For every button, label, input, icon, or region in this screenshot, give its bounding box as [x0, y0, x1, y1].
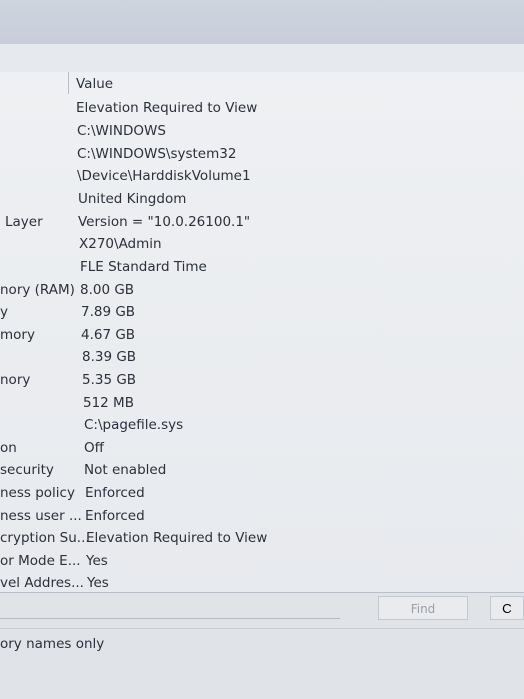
item-cell: ness user ...	[0, 508, 82, 524]
item-cell: nory	[0, 372, 31, 388]
value-cell: FLE Standard Time	[80, 259, 207, 275]
system-summary-list[interactable]: Value Elevation Required to View C:\WIND…	[0, 72, 524, 592]
list-row[interactable]: y 7.89 GB	[0, 304, 524, 326]
item-cell: ness policy	[0, 485, 75, 501]
value-cell: 4.67 GB	[81, 327, 136, 343]
find-what-input[interactable]	[0, 596, 340, 619]
window-title-bar	[0, 0, 524, 44]
list-row[interactable]: 8.39 GB	[0, 349, 524, 371]
find-button[interactable]: Find	[378, 596, 468, 620]
value-cell: 512 MB	[83, 395, 134, 411]
menu-strip	[0, 44, 524, 73]
value-cell: Yes	[86, 553, 108, 569]
list-row[interactable]: or Mode E... Yes	[0, 553, 524, 575]
item-cell: y	[0, 304, 8, 320]
value-cell: Off	[84, 440, 104, 456]
find-divider	[0, 592, 524, 593]
list-row[interactable]: C:\WINDOWS	[0, 123, 524, 145]
value-cell: Version = "10.0.26100.1"	[78, 214, 251, 230]
value-cell: X270\Admin	[79, 236, 162, 252]
value-cell: Elevation Required to View	[86, 530, 268, 546]
list-row[interactable]: on Off	[0, 440, 524, 462]
value-cell: 8.00 GB	[80, 282, 135, 298]
list-row[interactable]: United Kingdom	[0, 191, 524, 213]
item-cell: on	[0, 440, 17, 456]
value-cell: Yes	[87, 575, 109, 591]
list-row[interactable]: cryption Su... Elevation Required to Vie…	[0, 530, 524, 552]
item-cell: vel Addres...	[0, 575, 84, 591]
item-cell: security	[0, 462, 54, 478]
item-cell: mory	[0, 327, 35, 343]
value-cell: United Kingdom	[78, 191, 187, 207]
list-row[interactable]: nory (RAM) 8.00 GB	[0, 282, 524, 304]
item-cell: nory (RAM)	[0, 282, 75, 298]
list-row[interactable]: C:\pagefile.sys	[0, 417, 524, 439]
list-row[interactable]: X270\Admin	[0, 236, 524, 258]
item-cell: cryption Su...	[0, 530, 90, 546]
list-row[interactable]: security Not enabled	[0, 462, 524, 484]
item-cell: or Mode E...	[0, 553, 81, 569]
value-cell: Enforced	[85, 485, 145, 501]
list-row[interactable]: 512 MB	[0, 395, 524, 417]
close-find-button[interactable]: C	[490, 596, 524, 620]
column-divider[interactable]	[68, 72, 69, 94]
list-row[interactable]: nory 5.35 GB	[0, 372, 524, 394]
value-cell: Enforced	[85, 508, 145, 524]
value-cell: \Device\HarddiskVolume1	[77, 168, 251, 184]
value-cell: 5.35 GB	[82, 372, 137, 388]
list-row[interactable]: ness policy Enforced	[0, 485, 524, 507]
value-cell: C:\WINDOWS	[77, 123, 166, 139]
value-column-header[interactable]: Value	[76, 76, 113, 92]
list-row[interactable]: mory 4.67 GB	[0, 327, 524, 349]
item-cell: Layer	[5, 214, 43, 230]
find-separator	[0, 628, 524, 629]
value-cell: Elevation Required to View	[76, 100, 258, 116]
value-cell: C:\WINDOWS\system32	[77, 146, 237, 162]
list-row[interactable]: Elevation Required to View	[0, 100, 524, 122]
value-cell: Not enabled	[84, 462, 167, 478]
value-cell: 7.89 GB	[81, 304, 136, 320]
list-row[interactable]: ness user ... Enforced	[0, 508, 524, 530]
value-cell: C:\pagefile.sys	[84, 417, 184, 433]
list-row[interactable]: FLE Standard Time	[0, 259, 524, 281]
list-row[interactable]: C:\WINDOWS\system32	[0, 146, 524, 168]
find-panel: Find C ory names only	[0, 592, 524, 699]
list-row[interactable]: \Device\HarddiskVolume1	[0, 168, 524, 190]
value-cell: 8.39 GB	[82, 349, 137, 365]
search-category-names-only-option[interactable]: ory names only	[0, 636, 104, 652]
list-row[interactable]: Layer Version = "10.0.26100.1"	[0, 214, 524, 236]
